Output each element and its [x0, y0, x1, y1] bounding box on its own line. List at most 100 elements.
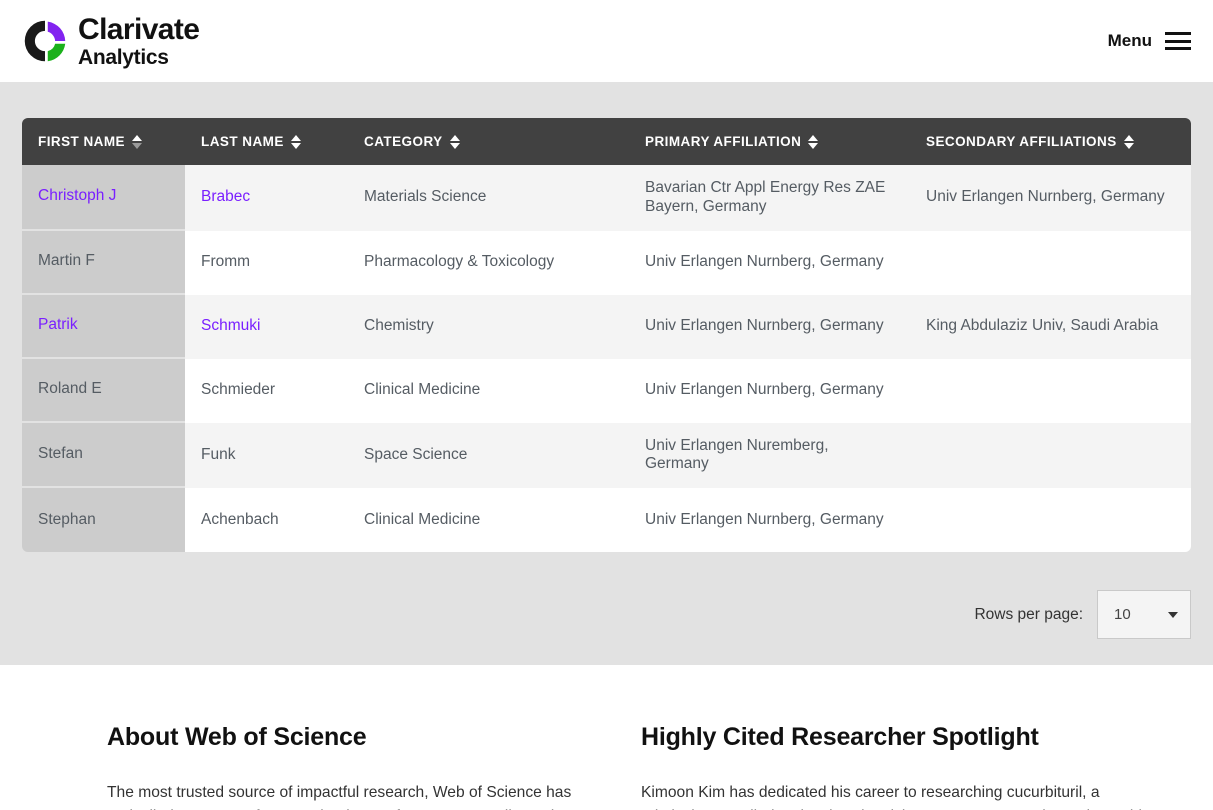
- cell-text: Univ Erlangen Nurnberg, Germany: [645, 381, 884, 398]
- cell-text: Schmieder: [201, 381, 275, 398]
- cell-text: Univ Erlangen Nuremberg, Germany: [645, 437, 829, 473]
- cell-secondary-affiliations: Univ Erlangen Nurnberg, Germany: [910, 165, 1191, 231]
- table-header: FIRST NAME LAST NAME: [22, 118, 1191, 165]
- cell-last-name[interactable]: Schmuki: [185, 295, 348, 359]
- cell-text: Pharmacology & Toxicology: [364, 253, 554, 270]
- sort-arrows-icon[interactable]: [450, 135, 460, 149]
- cell-text: Achenbach: [201, 511, 279, 528]
- cell-first-name: Martin F: [22, 231, 185, 295]
- column-header-label: FIRST NAME: [38, 134, 125, 149]
- cell-category: Clinical Medicine: [348, 488, 629, 552]
- cell-primary-affiliation: Univ Erlangen Nurnberg, Germany: [629, 359, 910, 423]
- column-header-secondary-affiliations[interactable]: SECONDARY AFFILIATIONS: [910, 118, 1191, 165]
- sort-arrows-icon[interactable]: [291, 135, 301, 149]
- researcher-link[interactable]: Christoph J: [38, 187, 116, 204]
- cell-secondary-affiliations: [910, 423, 1191, 489]
- researcher-link[interactable]: Brabec: [201, 188, 250, 205]
- cell-text: Clinical Medicine: [364, 511, 480, 528]
- brand-logo[interactable]: Clarivate Analytics: [22, 15, 199, 68]
- brand-name: Clarivate: [78, 15, 199, 45]
- sort-arrows-icon[interactable]: [808, 135, 818, 149]
- content-section: About Web of Science The most trusted so…: [0, 665, 1213, 810]
- cell-secondary-affiliations: King Abdulaziz Univ, Saudi Arabia: [910, 295, 1191, 359]
- cell-first-name[interactable]: Patrik: [22, 295, 185, 359]
- cell-first-name: Roland E: [22, 359, 185, 423]
- cell-text: Materials Science: [364, 188, 486, 205]
- cell-text: Bavarian Ctr Appl Energy Res ZAE Bayern,…: [645, 179, 885, 215]
- cell-secondary-affiliations: [910, 231, 1191, 295]
- hamburger-line: [1165, 47, 1191, 50]
- cell-text: Fromm: [201, 253, 250, 270]
- brand-wordmark: Clarivate Analytics: [78, 15, 199, 68]
- cell-last-name: Schmieder: [185, 359, 348, 423]
- column-header-last-name[interactable]: LAST NAME: [185, 118, 348, 165]
- content-columns: About Web of Science The most trusted so…: [0, 723, 1213, 810]
- cell-first-name: Stephan: [22, 488, 185, 552]
- table-row[interactable]: Stephan Achenbach Clinical Medicine Univ Er…: [22, 488, 1191, 552]
- column-header-label: LAST NAME: [201, 134, 284, 149]
- cell-text: Stephan: [38, 511, 96, 528]
- cell-last-name: Fromm: [185, 231, 348, 295]
- spotlight-body: Kimoon Kim has dedicated his career to r…: [641, 781, 1161, 810]
- cell-first-name[interactable]: Christoph J: [22, 165, 185, 231]
- cell-text: Chemistry: [364, 317, 434, 334]
- cell-primary-affiliation: Univ Erlangen Nurnberg, Germany: [629, 231, 910, 295]
- about-heading: About Web of Science: [107, 723, 597, 752]
- cell-primary-affiliation: Univ Erlangen Nurnberg, Germany: [629, 295, 910, 359]
- hamburger-line: [1165, 40, 1191, 43]
- cell-category: Clinical Medicine: [348, 359, 629, 423]
- highly-cited-researchers-table: FIRST NAME LAST NAME: [22, 118, 1191, 552]
- cell-text: King Abdulaziz Univ, Saudi Arabia: [926, 317, 1158, 334]
- table-body: Christoph J Brabec Materials Science Bavari…: [22, 165, 1191, 552]
- researcher-spotlight-column: Highly Cited Researcher Spotlight Kimoon…: [641, 723, 1161, 810]
- table-row[interactable]: Roland E Schmieder Clinical Medicine Univ E…: [22, 359, 1191, 423]
- cell-text: Martin F: [38, 252, 95, 269]
- cell-text: Univ Erlangen Nurnberg, Germany: [926, 188, 1165, 205]
- chevron-down-icon[interactable]: [1168, 612, 1178, 618]
- spotlight-body-line-1: Kimoon Kim has dedicated his career to r…: [641, 784, 1100, 801]
- about-body: The most trusted source of impactful res…: [107, 781, 597, 810]
- researchers-table-section: FIRST NAME LAST NAME: [0, 82, 1213, 665]
- site-header: Clarivate Analytics Menu: [0, 0, 1213, 82]
- rows-per-page-label: Rows per page:: [974, 606, 1083, 624]
- sort-arrows-icon[interactable]: [132, 135, 142, 149]
- cell-last-name: Achenbach: [185, 488, 348, 552]
- rows-per-page-value: 10: [1114, 606, 1131, 623]
- column-header-first-name[interactable]: FIRST NAME: [22, 118, 185, 165]
- column-header-category[interactable]: CATEGORY: [348, 118, 629, 165]
- cell-last-name[interactable]: Brabec: [185, 165, 348, 231]
- about-web-of-science-column: About Web of Science The most trusted so…: [107, 723, 597, 810]
- table-row[interactable]: Stefan Funk Space Science Univ Erlangen Nur…: [22, 423, 1191, 489]
- menu-button[interactable]: Menu: [1108, 31, 1193, 51]
- cell-secondary-affiliations: [910, 359, 1191, 423]
- cell-text: Univ Erlangen Nurnberg, Germany: [645, 317, 884, 334]
- cell-primary-affiliation: Univ Erlangen Nuremberg, Germany: [629, 423, 910, 489]
- cell-text: Univ Erlangen Nurnberg, Germany: [645, 253, 884, 270]
- column-header-primary-affiliation[interactable]: PRIMARY AFFILIATION: [629, 118, 910, 165]
- cell-primary-affiliation: Bavarian Ctr Appl Energy Res ZAE Bayern,…: [629, 165, 910, 231]
- cell-text: Space Science: [364, 446, 467, 463]
- cell-text: Roland E: [38, 380, 102, 397]
- cell-category: Chemistry: [348, 295, 629, 359]
- sort-arrows-icon[interactable]: [1124, 135, 1134, 149]
- about-body-line-1: The most trusted source of impactful res…: [107, 784, 571, 801]
- table-row[interactable]: Christoph J Brabec Materials Science Bavari…: [22, 165, 1191, 231]
- rows-per-page-select[interactable]: 10: [1097, 590, 1191, 639]
- researcher-link[interactable]: Patrik: [38, 316, 78, 333]
- cell-category: Materials Science: [348, 165, 629, 231]
- column-header-label: PRIMARY AFFILIATION: [645, 134, 801, 149]
- menu-label: Menu: [1108, 31, 1152, 51]
- table-row[interactable]: Martin F Fromm Pharmacology & Toxicology Un…: [22, 231, 1191, 295]
- researcher-link[interactable]: Schmuki: [201, 317, 260, 334]
- table-wrapper: FIRST NAME LAST NAME: [22, 118, 1191, 552]
- cell-text: Univ Erlangen Nurnberg, Germany: [645, 511, 884, 528]
- cell-text: Funk: [201, 446, 235, 463]
- cell-text: Clinical Medicine: [364, 381, 480, 398]
- clarivate-logo-icon: [22, 18, 68, 64]
- table-row[interactable]: Patrik Schmuki Chemistry Univ Erlangen Nurn…: [22, 295, 1191, 359]
- hamburger-icon[interactable]: [1165, 32, 1191, 50]
- rows-per-page-control: Rows per page: 10: [22, 552, 1191, 639]
- cell-first-name: Stefan: [22, 423, 185, 489]
- column-header-label: SECONDARY AFFILIATIONS: [926, 134, 1117, 149]
- cell-last-name: Funk: [185, 423, 348, 489]
